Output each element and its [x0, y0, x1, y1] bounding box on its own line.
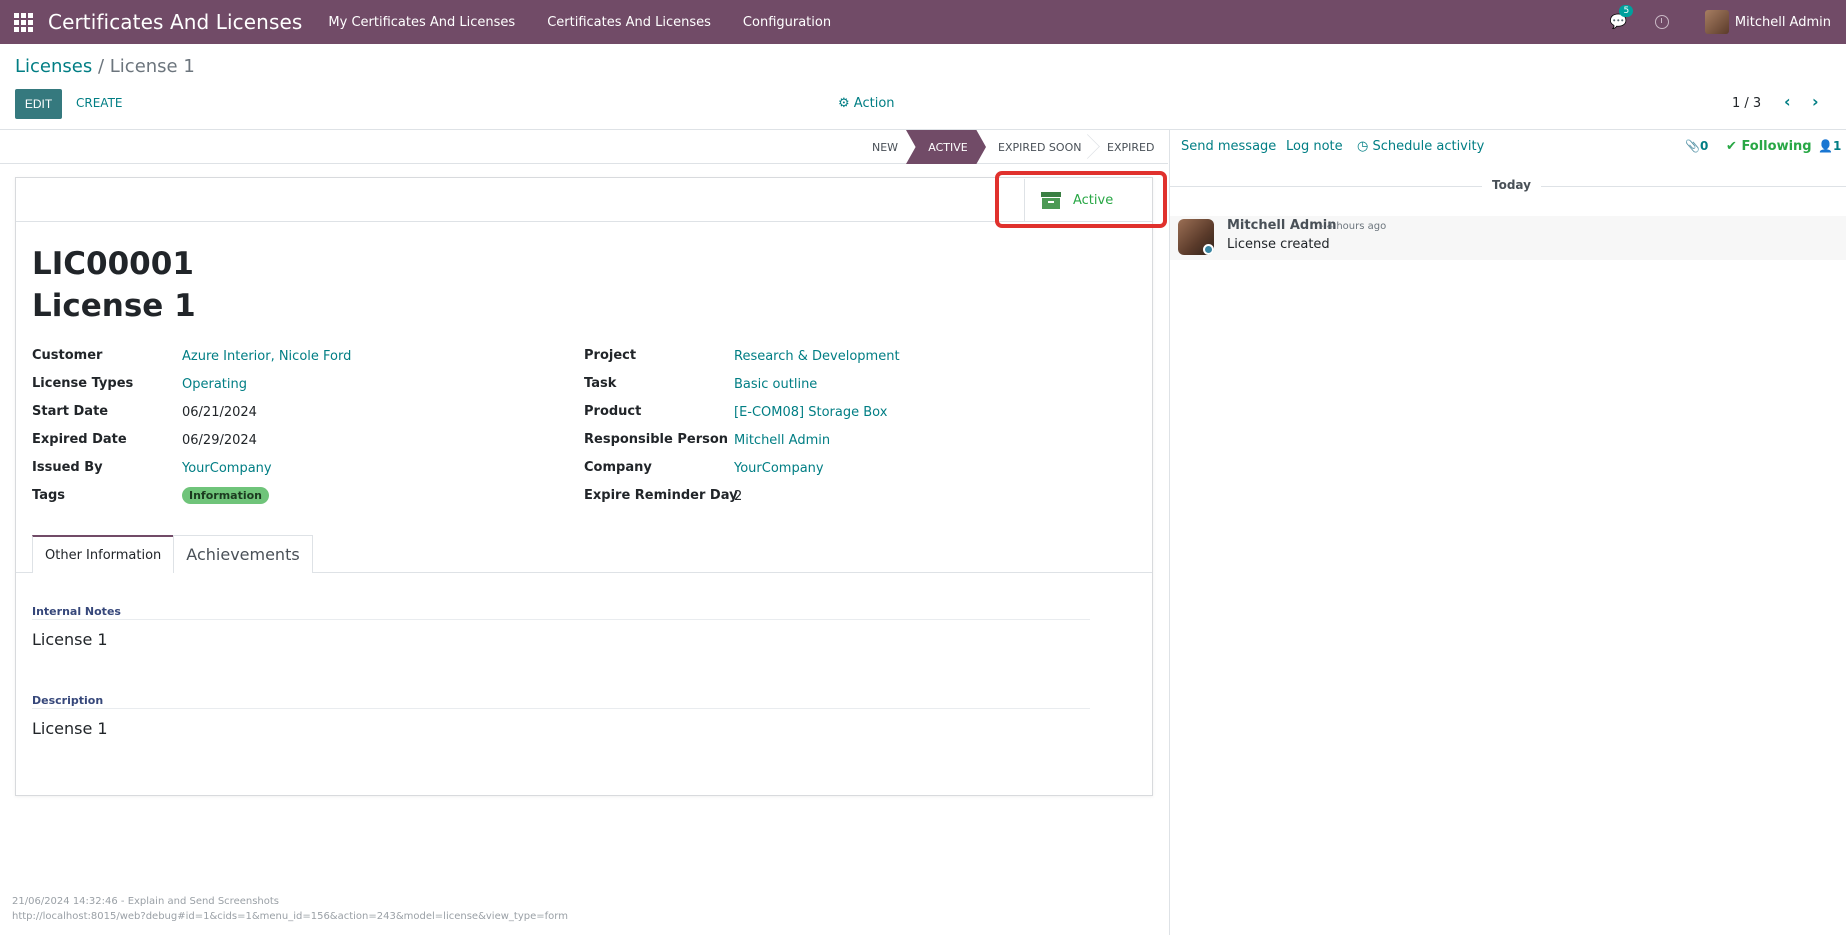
responsible-person-value[interactable]: Mitchell Admin [734, 433, 830, 448]
activity-clock-icon[interactable] [1654, 15, 1669, 29]
followers-button[interactable]: 👤1 [1818, 139, 1841, 153]
create-button[interactable]: CREATE [76, 96, 123, 110]
following-label: Following [1741, 139, 1812, 154]
following-button[interactable]: ✔ Following [1726, 139, 1812, 154]
online-status-icon [1203, 244, 1214, 255]
breadcrumb-licenses[interactable]: Licenses [15, 56, 92, 77]
send-message-button[interactable]: Send message [1181, 139, 1276, 154]
chatter-topbar: Send message Log note ◷ Schedule activit… [1170, 130, 1846, 164]
stage-divider [1083, 130, 1095, 164]
start-date-label: Start Date [32, 404, 109, 419]
internal-notes-value[interactable]: License 1 [32, 630, 108, 649]
breadcrumb-current: License 1 [109, 56, 195, 77]
active-smart-button-label: Active [1073, 192, 1114, 208]
active-smart-button[interactable]: Active [1024, 179, 1164, 221]
product-value[interactable]: [E-COM08] Storage Box [734, 405, 887, 420]
expired-date-label: Expired Date [32, 432, 127, 447]
license-types-value[interactable]: Operating [182, 377, 247, 392]
user-name[interactable]: Mitchell Admin [1735, 15, 1831, 30]
app-title[interactable]: Certificates And Licenses [48, 10, 302, 34]
tags-label: Tags [32, 488, 66, 503]
issued-by-value[interactable]: YourCompany [182, 461, 272, 476]
task-label: Task [584, 376, 617, 391]
user-icon: 👤 [1818, 139, 1833, 153]
stage-active[interactable]: ACTIVE [906, 130, 986, 164]
stage-expired-soon[interactable]: EXPIRED SOON [998, 130, 1081, 164]
company-label: Company [584, 460, 652, 475]
gear-icon: ⚙ [838, 96, 850, 111]
company-value[interactable]: YourCompany [734, 461, 824, 476]
top-navbar: Certificates And Licenses My Certificate… [0, 0, 1846, 44]
start-date-value: 06/21/2024 [182, 405, 257, 420]
pager-next-icon[interactable]: › [1812, 92, 1819, 111]
project-label: Project [584, 348, 637, 363]
apps-menu-icon[interactable] [0, 0, 46, 44]
check-icon: ✔ [1726, 139, 1737, 154]
message-body: License created [1227, 237, 1330, 252]
customer-label: Customer [32, 348, 103, 363]
chat-icon[interactable]: 💬 5 [1609, 5, 1634, 30]
clock-icon: ◷ [1357, 139, 1369, 154]
archive-icon [1041, 191, 1061, 209]
tag-badge[interactable]: Information [182, 487, 269, 504]
schedule-activity-button[interactable]: ◷ Schedule activity [1357, 139, 1484, 154]
paperclip-icon: 📎 [1685, 139, 1700, 153]
description-label: Description [32, 694, 104, 707]
task-value[interactable]: Basic outline [734, 377, 817, 392]
menu-certificates-and-licenses[interactable]: Certificates And Licenses [547, 15, 711, 30]
menu-configuration[interactable]: Configuration [743, 15, 831, 30]
menu-my-certificates[interactable]: My Certificates And Licenses [328, 15, 515, 30]
description-divider [32, 708, 1090, 709]
responsible-person-label: Responsible Person [584, 432, 729, 447]
expire-reminder-day-value: 2 [734, 489, 743, 504]
log-note-button[interactable]: Log note [1286, 139, 1343, 154]
pager-previous-icon[interactable]: ‹ [1784, 92, 1791, 111]
tab-achievements[interactable]: Achievements [173, 535, 313, 573]
today-label: Today [1482, 178, 1541, 192]
record-name: License 1 [32, 288, 196, 324]
notebook-tabs: Other Information Achievements [32, 535, 313, 573]
breadcrumb-separator: / [92, 56, 110, 77]
chatter-message: Mitchell Admin - 4 hours ago License cre… [1170, 216, 1846, 260]
issued-by-label: Issued By [32, 460, 103, 475]
action-menu[interactable]: ⚙ Action [838, 96, 895, 111]
edit-button[interactable]: EDIT [15, 89, 62, 119]
smart-button-box: Active [16, 178, 1152, 222]
attachments-count: 0 [1699, 139, 1709, 153]
attachments-button[interactable]: 📎0 [1685, 139, 1708, 153]
product-label: Product [584, 404, 642, 419]
expired-date-value: 06/29/2024 [182, 433, 257, 448]
breadcrumb: Licenses / License 1 [15, 56, 195, 77]
tab-other-information[interactable]: Other Information [32, 535, 175, 573]
user-avatar[interactable] [1704, 10, 1729, 34]
expire-reminder-day-label: Expire Reminder Day [584, 488, 738, 503]
stage-new[interactable]: NEW [872, 130, 898, 164]
footer-url: http://localhost:8015/web?debug#id=1&cid… [12, 911, 568, 922]
stage-expired[interactable]: EXPIRED [1107, 130, 1154, 164]
message-time: - 4 hours ago [1320, 221, 1387, 232]
license-types-label: License Types [32, 376, 134, 391]
customer-value[interactable]: Azure Interior, Nicole Ford [182, 349, 351, 364]
project-value[interactable]: Research & Development [734, 349, 900, 364]
pager-value[interactable]: 1 / 3 [1732, 96, 1761, 111]
form-sheet: Active LIC00001 License 1 Customer Azure… [15, 177, 1153, 796]
action-label: Action [853, 96, 895, 111]
internal-notes-divider [32, 619, 1090, 620]
record-reference: LIC00001 [32, 246, 194, 282]
schedule-activity-label: Schedule activity [1372, 139, 1485, 154]
followers-count: 1 [1832, 139, 1842, 153]
description-value[interactable]: License 1 [32, 719, 108, 738]
footer-timestamp: 21/06/2024 14:32:46 - Explain and Send S… [12, 896, 280, 907]
control-panel: Licenses / License 1 EDIT CREATE ⚙ Actio… [0, 44, 1846, 130]
chatter-panel: Send message Log note ◷ Schedule activit… [1169, 130, 1846, 935]
chat-count-badge: 5 [1619, 5, 1634, 17]
internal-notes-label: Internal Notes [32, 605, 121, 618]
status-bar: NEW ACTIVE EXPIRED SOON EXPIRED [0, 130, 1168, 164]
